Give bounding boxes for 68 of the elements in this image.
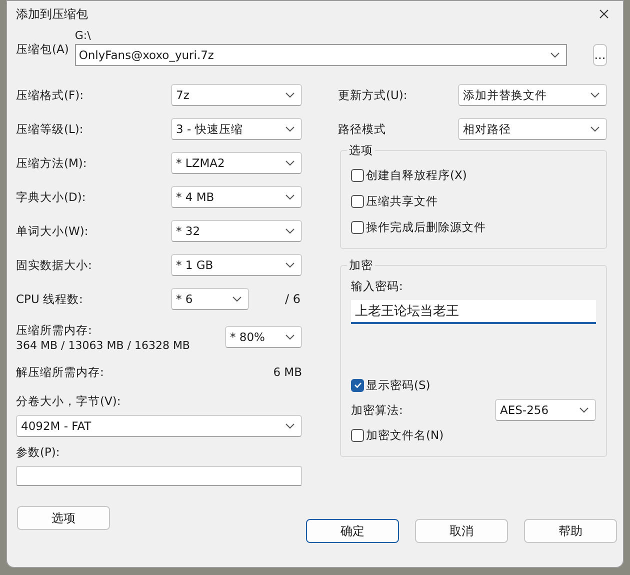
dialog-button[interactable]: 帮助 — [524, 519, 617, 543]
field-label: 压缩方法(M): — [16, 156, 87, 170]
field-label: 分卷大小，字节(V): — [16, 394, 122, 409]
dropdown[interactable]: 3 - 快速压缩 — [171, 118, 302, 140]
dropdown[interactable]: 添加并替换文件 — [458, 84, 607, 106]
chevron-icon — [285, 126, 295, 132]
field-label: 加密算法: — [351, 402, 403, 418]
checkbox[interactable] — [351, 168, 364, 182]
dropdown[interactable]: * 80% — [225, 326, 302, 348]
field-label: 解压缩所需内存: — [16, 364, 104, 380]
group-title: 选项 — [347, 143, 375, 158]
field-label: 单词大小(W): — [16, 224, 88, 238]
dialog-button[interactable]: 确定 — [306, 519, 399, 543]
dropdown[interactable]: * LZMA2 — [171, 152, 302, 174]
input-field[interactable] — [16, 466, 302, 486]
checkbox-label: 压缩共享文件 — [366, 194, 438, 208]
chevron-icon — [579, 407, 589, 413]
chevron-icon — [232, 296, 242, 302]
chevron-icon — [285, 228, 295, 234]
dropdown[interactable]: * 6 — [171, 288, 249, 310]
dropdown[interactable]: 相对路径 — [458, 118, 607, 140]
chevron-icon — [285, 262, 295, 268]
field-label: 字典大小(D): — [16, 190, 86, 204]
checkbox-label: 加密文件名(N) — [366, 428, 444, 442]
field-label: 压缩等级(L): — [16, 122, 84, 136]
chevron-icon — [285, 423, 295, 429]
chevron-icon — [285, 160, 295, 166]
chevron-icon — [590, 92, 600, 98]
checkbox[interactable] — [351, 378, 364, 392]
dropdown[interactable]: AES-256 — [495, 399, 596, 421]
dropdown[interactable]: 4092M - FAT — [16, 415, 302, 437]
checkmark-icon — [352, 380, 362, 390]
field-label: 输入密码: — [351, 279, 404, 294]
memory-usage: 364 MB / 13063 MB / 16328 MB — [16, 338, 190, 352]
field-label: 路径模式 — [338, 122, 386, 136]
checkbox[interactable] — [351, 194, 364, 208]
field-label: CPU 线程数: — [16, 292, 83, 306]
checkbox[interactable] — [351, 428, 364, 442]
chevron-icon — [550, 52, 560, 58]
field-label: 更新方式(U): — [338, 88, 408, 102]
field-label: 压缩包(A) — [16, 42, 69, 58]
group-title: 加密 — [347, 258, 375, 273]
archive-name-field[interactable]: OnlyFans@xoxo_yuri.7z — [74, 44, 567, 66]
folder-path: G:\ — [74, 29, 92, 42]
window-title: 添加到压缩包 — [16, 6, 88, 23]
password-field[interactable]: 上老王论坛当老王 — [351, 300, 596, 324]
field-label: 压缩所需内存: — [16, 322, 93, 338]
checkbox-label: 显示密码(S) — [366, 378, 430, 392]
thread-total: / 6 — [285, 292, 300, 306]
options-button[interactable]: 选项 — [17, 506, 110, 530]
field-label: 固实数据大小: — [16, 258, 92, 272]
checkbox[interactable] — [351, 220, 364, 234]
dropdown[interactable]: * 1 GB — [171, 254, 302, 276]
checkbox-label: 操作完成后删除源文件 — [366, 220, 486, 234]
memory-value: 6 MB — [273, 365, 302, 379]
chevron-icon — [285, 194, 295, 200]
close-icon[interactable] — [599, 9, 609, 19]
dropdown[interactable]: * 4 MB — [171, 186, 302, 208]
dropdown[interactable]: * 32 — [171, 220, 302, 242]
field-label: 压缩格式(F): — [16, 88, 84, 102]
chevron-icon — [285, 92, 295, 98]
chevron-icon — [590, 126, 600, 132]
field-label: 参数(P): — [16, 445, 61, 460]
dropdown[interactable]: 7z — [171, 84, 302, 106]
browse-button[interactable]: ... — [592, 44, 607, 66]
checkbox-label: 创建自释放程序(X) — [366, 168, 467, 182]
chevron-icon — [285, 334, 295, 340]
dialog-button[interactable]: 取消 — [415, 519, 508, 543]
